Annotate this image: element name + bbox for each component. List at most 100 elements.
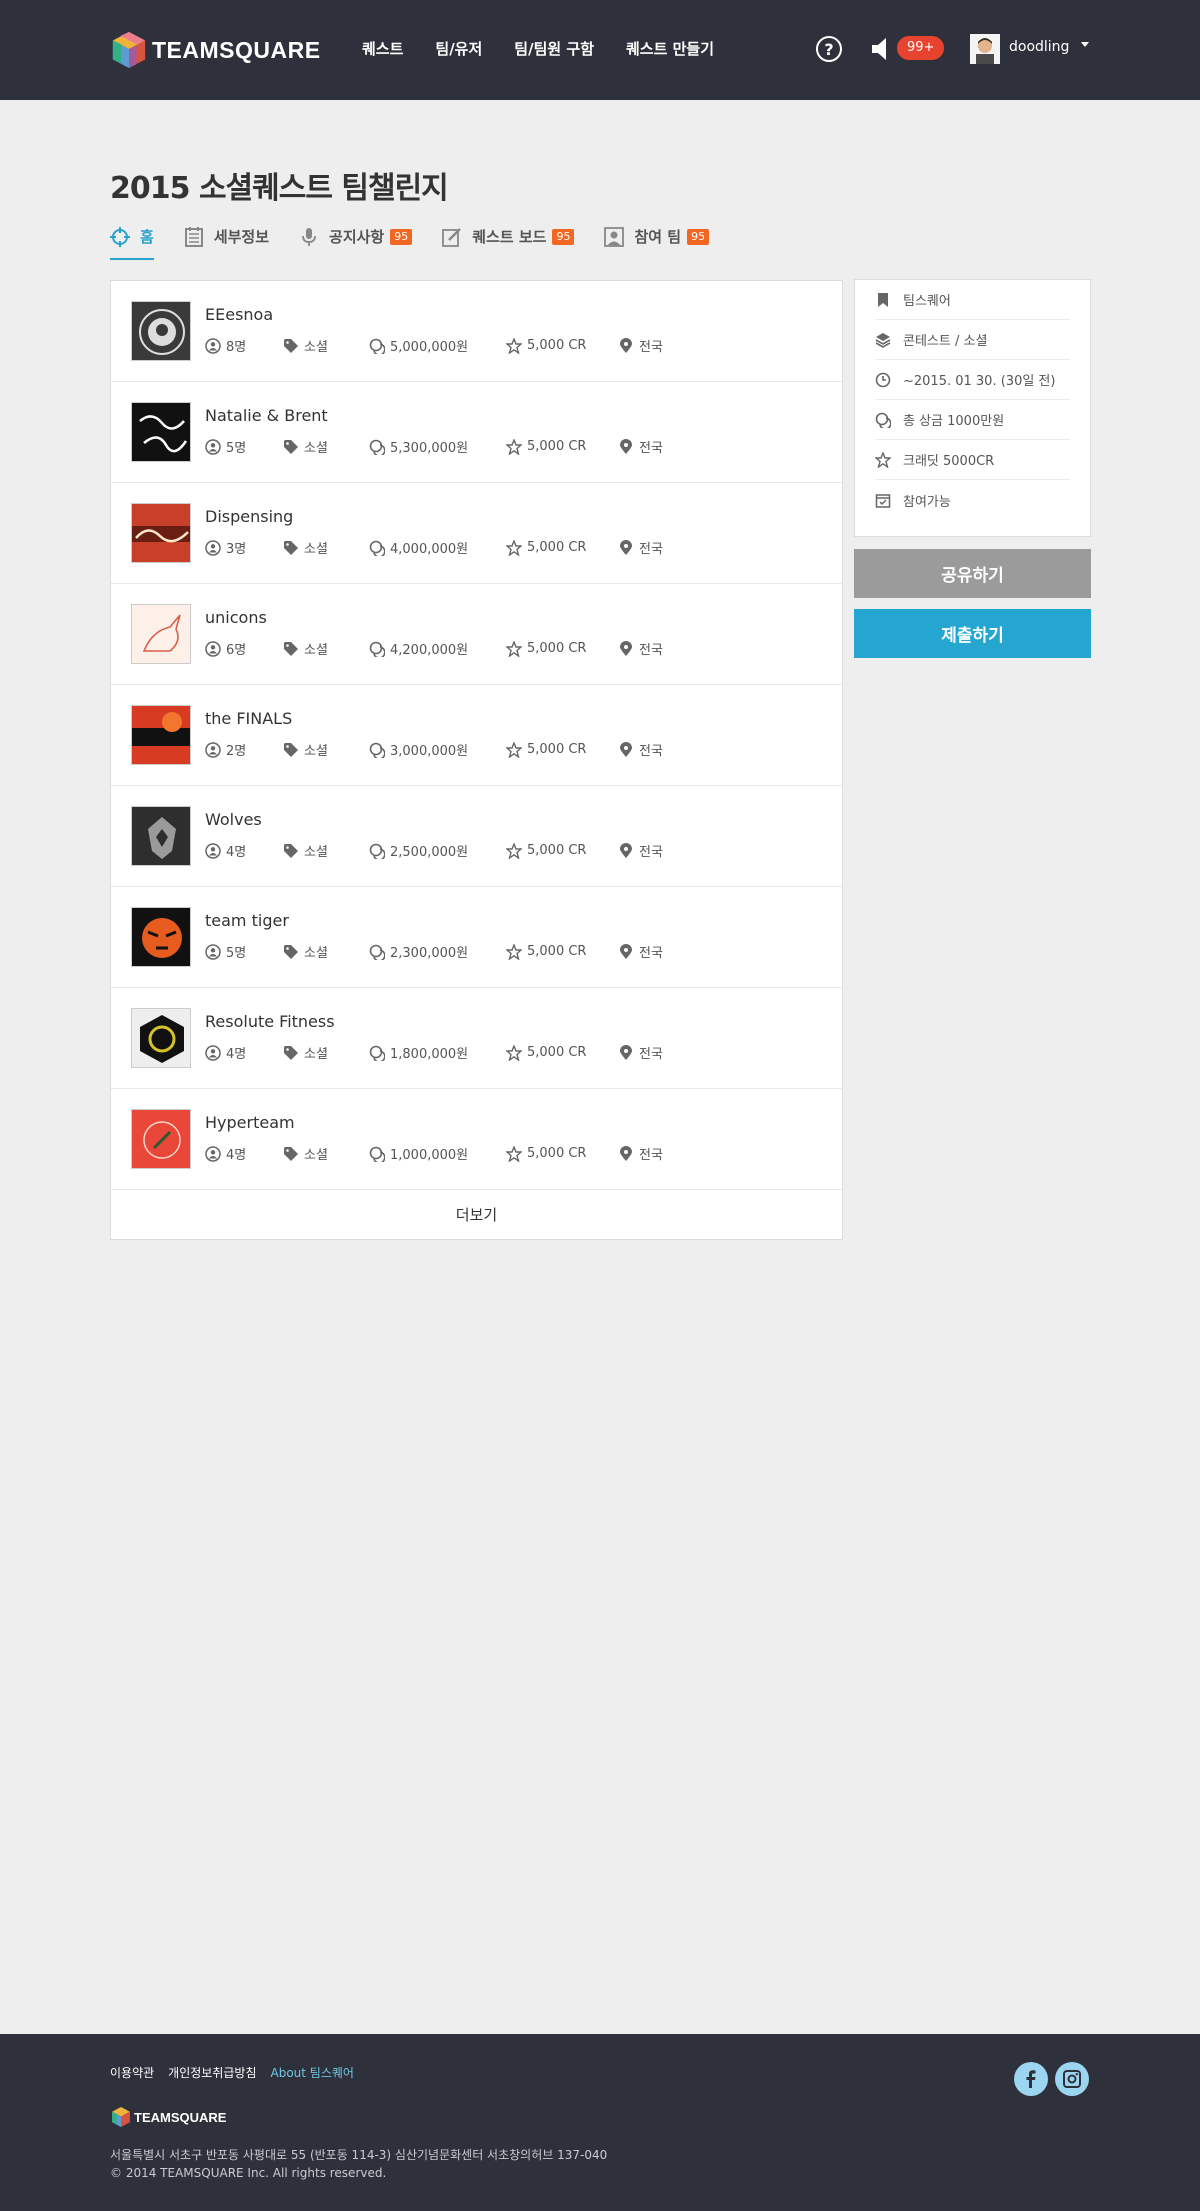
map-pin-icon	[620, 438, 632, 454]
load-more-button[interactable]: 더보기	[111, 1190, 842, 1240]
members-text: 2명	[226, 744, 247, 759]
tag-icon	[284, 742, 298, 757]
team-members: 6명	[205, 639, 283, 658]
team-category: 소셜	[283, 740, 369, 759]
prize-text: 4,000,000원	[390, 542, 469, 557]
team-region: 전국	[618, 740, 663, 759]
tab-home[interactable]: 홈	[110, 226, 154, 260]
team-meta: 4명 소셜 1,800,000원 5,000 CR 전국	[205, 1043, 663, 1062]
team-region: 전국	[618, 639, 663, 658]
quest-info-panel: 팀스퀘어 콘테스트 / 소셜 ~2015. 01 30. (30일 전) 총 상…	[854, 279, 1091, 537]
team-thumbnail[interactable]	[131, 1008, 191, 1068]
category-text: 소셜	[304, 441, 328, 456]
team-row[interactable]: Resolute Fitness 4명 소셜 1,800,000원 5,000 CR 전국	[111, 988, 842, 1089]
team-thumbnail[interactable]	[131, 705, 191, 765]
notification-badge[interactable]: 99+	[897, 36, 945, 60]
team-thumbnail[interactable]	[131, 1109, 191, 1169]
map-pin-icon	[620, 741, 632, 757]
about-link[interactable]: About 팀스퀘어	[271, 2064, 354, 2081]
team-name[interactable]: Dispensing	[205, 507, 293, 526]
team-row[interactable]: Wolves 4명 소셜 2,500,000원 5,000 CR 전국	[111, 786, 842, 887]
team-name[interactable]: team tiger	[205, 911, 289, 930]
region-text: 전국	[639, 542, 663, 557]
category-text: 소셜	[304, 744, 328, 759]
person-icon	[205, 1145, 221, 1162]
team-thumbnail[interactable]	[131, 402, 191, 462]
team-name[interactable]: Resolute Fitness	[205, 1012, 335, 1031]
team-thumbnail[interactable]	[131, 806, 191, 866]
coins-icon	[369, 338, 385, 354]
footer: 이용약관 개인정보취급방침 About 팀스퀘어 TEAMSQUARE 서울특별…	[0, 2034, 1200, 2211]
person-icon	[205, 943, 221, 960]
person-icon	[205, 842, 221, 859]
team-thumbnail[interactable]	[131, 301, 191, 361]
team-prize: 4,200,000원	[369, 639, 506, 658]
coins-icon	[369, 742, 385, 758]
info-row-status: 참여가능	[875, 480, 1070, 520]
share-button[interactable]: 공유하기	[854, 549, 1091, 598]
members-text: 3명	[226, 542, 247, 557]
coins-icon	[369, 1045, 385, 1061]
team-name[interactable]: the FINALS	[205, 709, 292, 728]
nav-team-recruit[interactable]: 팀/팀원 구함	[514, 38, 594, 59]
team-row[interactable]: the FINALS 2명 소셜 3,000,000원 5,000 CR 전국	[111, 685, 842, 786]
star-icon	[506, 741, 522, 758]
facebook-icon[interactable]	[1014, 2062, 1048, 2096]
team-name[interactable]: Natalie & Brent	[205, 406, 328, 425]
footer-links: 이용약관 개인정보취급방침 About 팀스퀘어	[110, 2064, 368, 2081]
category-text: 소셜	[304, 1148, 328, 1163]
submit-button[interactable]: 제출하기	[854, 609, 1091, 658]
chevron-down-icon[interactable]	[1081, 42, 1089, 47]
layers-icon	[875, 332, 891, 348]
region-text: 전국	[639, 1148, 663, 1163]
team-name[interactable]: Hyperteam	[205, 1113, 295, 1132]
main-nav: 퀘스트 팀/유저 팀/팀원 구함 퀘스트 만들기	[362, 38, 746, 59]
team-name[interactable]: unicons	[205, 608, 267, 627]
nav-team-user[interactable]: 팀/유저	[435, 38, 482, 59]
prize-text: 2,500,000원	[390, 845, 469, 860]
help-icon[interactable]: ?	[816, 36, 842, 62]
info-row-prize: 총 상금 1000만원	[875, 400, 1070, 440]
team-thumbnail[interactable]	[131, 604, 191, 664]
bookmark-icon	[878, 292, 888, 307]
star-icon	[506, 943, 522, 960]
team-row[interactable]: team tiger 5명 소셜 2,300,000원 5,000 CR 전국	[111, 887, 842, 988]
team-prize: 2,300,000원	[369, 942, 506, 961]
instagram-icon[interactable]	[1055, 2062, 1089, 2096]
category-text: 소셜	[304, 946, 328, 961]
category-text: 소셜	[304, 1047, 328, 1062]
tab-teams[interactable]: 참여 팀 95	[604, 226, 710, 260]
username[interactable]: doodling	[1009, 39, 1069, 55]
team-meta: 4명 소셜 1,000,000원 5,000 CR 전국	[205, 1144, 663, 1163]
team-row[interactable]: unicons 6명 소셜 4,200,000원 5,000 CR 전국	[111, 584, 842, 685]
team-thumbnail[interactable]	[131, 907, 191, 967]
team-category: 소셜	[283, 336, 369, 355]
nav-create-quest[interactable]: 퀘스트 만들기	[626, 38, 714, 59]
count-badge: 95	[552, 229, 575, 245]
prize-text: 5,300,000원	[390, 441, 469, 456]
terms-link[interactable]: 이용약관	[110, 2064, 154, 2081]
team-prize: 3,000,000원	[369, 740, 506, 759]
teamsquare-logo[interactable]: TEAMSQUARE	[110, 30, 321, 70]
speaker-icon[interactable]	[870, 36, 892, 62]
privacy-link[interactable]: 개인정보취급방침	[168, 2064, 256, 2081]
team-row[interactable]: EEesnoa 8명 소셜 5,000,000원 5,000 CR 전국	[111, 281, 842, 382]
star-icon	[506, 337, 522, 354]
team-name[interactable]: EEesnoa	[205, 305, 273, 324]
tab-quest-board[interactable]: 퀘스트 보드 95	[442, 226, 575, 260]
team-name[interactable]: Wolves	[205, 810, 262, 829]
team-row[interactable]: Dispensing 3명 소셜 4,000,000원 5,000 CR 전국	[111, 483, 842, 584]
tag-icon	[284, 1146, 298, 1161]
tab-notice[interactable]: 공지사항 95	[299, 226, 413, 260]
star-icon	[506, 640, 522, 657]
credit-text: 5,000 CR	[527, 1045, 587, 1060]
team-row[interactable]: Hyperteam 4명 소셜 1,000,000원 5,000 CR 전국	[111, 1089, 842, 1190]
tab-details[interactable]: 세부정보	[184, 226, 269, 260]
team-row[interactable]: Natalie & Brent 5명 소셜 5,300,000원 5,000 CR 전국	[111, 382, 842, 483]
nav-quest[interactable]: 퀘스트	[362, 38, 403, 59]
team-members: 5명	[205, 437, 283, 456]
footer-logo: TEAMSQUARE	[110, 2106, 226, 2128]
user-avatar[interactable]	[970, 34, 1000, 64]
tag-icon	[284, 843, 298, 858]
team-thumbnail[interactable]	[131, 503, 191, 563]
